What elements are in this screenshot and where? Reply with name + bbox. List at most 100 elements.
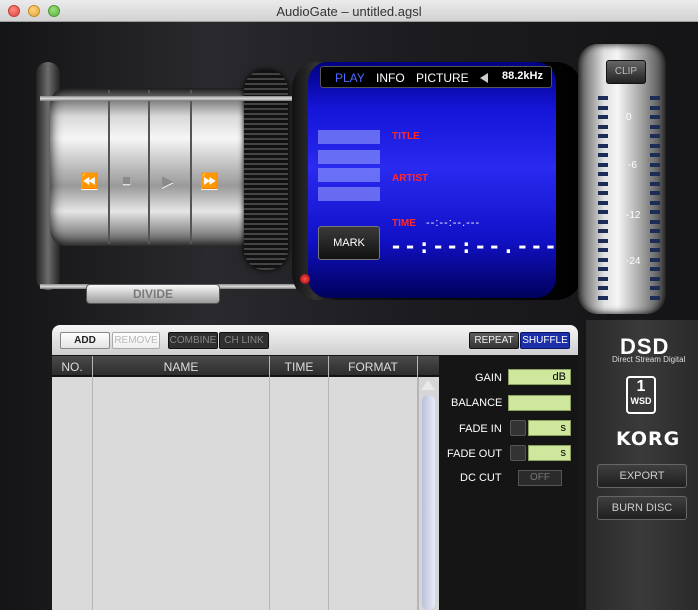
- tab-play[interactable]: PLAY: [335, 71, 365, 85]
- transport-roller: [50, 88, 260, 246]
- fade-out-field[interactable]: s: [528, 445, 571, 461]
- play-icon[interactable]: ▶: [162, 172, 174, 190]
- scroll-up-icon[interactable]: [421, 380, 435, 390]
- dsd-logo-subtitle: Direct Stream Digital: [612, 355, 686, 364]
- meter-segment: [650, 276, 660, 281]
- sample-rate: 88.2kHz: [502, 70, 543, 82]
- export-button[interactable]: EXPORT: [597, 464, 687, 488]
- meter-segment: [598, 191, 608, 195]
- title-field[interactable]: [318, 130, 380, 144]
- meter-segment: [598, 134, 608, 138]
- meter-segment: [598, 276, 608, 281]
- time-label: TIME: [392, 218, 416, 229]
- meter-segment: [598, 257, 608, 262]
- time-readout: --:--:--.---: [390, 234, 559, 258]
- column-header-format[interactable]: FORMAT: [329, 360, 417, 374]
- meter-segment: [650, 200, 660, 205]
- meter-segment: [650, 181, 660, 186]
- meter-segment: [650, 257, 660, 262]
- fade-in-label: FADE IN: [459, 423, 502, 435]
- column-divider: [269, 356, 270, 610]
- dc-cut-toggle[interactable]: OFF: [518, 470, 562, 486]
- shuffle-button[interactable]: SHUFFLE: [520, 332, 570, 349]
- gain-field[interactable]: dB: [508, 369, 571, 385]
- meter-segment: [598, 143, 608, 148]
- combine-button[interactable]: COMBINE: [168, 332, 218, 349]
- rewind-icon[interactable]: ⏪: [80, 172, 99, 190]
- clip-indicator[interactable]: CLIP: [606, 60, 646, 84]
- ch-link-button[interactable]: CH LINK: [219, 332, 269, 349]
- track-table-header: NO. NAME TIME FORMAT: [52, 356, 439, 376]
- track-table-body[interactable]: [52, 377, 418, 610]
- fade-out-label: FADE OUT: [447, 448, 503, 460]
- korg-logo: KORG: [616, 428, 681, 450]
- meter-segment: [598, 172, 608, 176]
- roller-divider: [190, 90, 192, 244]
- meter-scale-label: -24: [626, 256, 641, 267]
- time-readout-small: --:--:--.---: [426, 217, 481, 229]
- fast-forward-icon[interactable]: ⏩: [200, 172, 219, 190]
- meter-segment: [598, 200, 608, 205]
- roller-divider: [148, 90, 150, 244]
- meter-segment: [650, 96, 660, 100]
- meter-segment: [650, 134, 660, 138]
- artist-label: ARTIST: [392, 173, 429, 184]
- speaker-icon[interactable]: [480, 73, 488, 83]
- meter-segment: [650, 105, 660, 110]
- title-bar: AudioGate – untitled.agsl: [0, 0, 698, 22]
- stop-icon[interactable]: ■: [122, 172, 131, 189]
- status-led: [300, 274, 310, 284]
- wsd-logo: 1 WSD: [626, 376, 656, 414]
- meter-segment: [598, 229, 608, 233]
- meter-segment: [598, 210, 608, 214]
- meter-segment: [650, 210, 660, 214]
- meter-segment: [650, 238, 660, 243]
- meter-segment: [598, 286, 608, 290]
- meter-segment: [598, 219, 608, 224]
- window-title: AudioGate – untitled.agsl: [276, 4, 422, 19]
- burn-disc-button[interactable]: BURN DISC: [597, 496, 687, 520]
- meter-segment: [650, 115, 660, 119]
- meter-segment: [650, 295, 660, 300]
- meter-segment: [650, 219, 660, 224]
- title-field[interactable]: [318, 150, 380, 164]
- column-divider: [328, 356, 329, 610]
- tab-picture[interactable]: PICTURE: [416, 71, 469, 85]
- column-header-no[interactable]: NO.: [52, 360, 92, 374]
- tab-info[interactable]: INFO: [376, 71, 405, 85]
- balance-field[interactable]: [508, 395, 571, 411]
- meter-segment: [598, 105, 608, 110]
- divide-button[interactable]: DIVIDE: [86, 284, 220, 304]
- meter-segment: [598, 248, 608, 252]
- fade-in-field[interactable]: s: [528, 420, 571, 436]
- column-header-name[interactable]: NAME: [93, 360, 269, 374]
- meter-scale-label: 0: [626, 112, 632, 123]
- meter-segment: [598, 124, 608, 129]
- meter-segment: [650, 172, 660, 176]
- fade-in-toggle[interactable]: [510, 420, 526, 436]
- artist-field[interactable]: [318, 168, 380, 182]
- meter-segment: [598, 295, 608, 300]
- artist-field[interactable]: [318, 187, 380, 201]
- remove-button[interactable]: REMOVE: [112, 332, 160, 349]
- add-button[interactable]: ADD: [60, 332, 110, 349]
- meter-segment: [598, 238, 608, 243]
- roller-axle: [40, 96, 296, 101]
- meter-segment: [650, 191, 660, 195]
- meter-segment: [650, 267, 660, 271]
- fade-out-toggle[interactable]: [510, 445, 526, 461]
- balance-label: BALANCE: [451, 397, 503, 409]
- meter-segment: [598, 115, 608, 119]
- meter-segment: [598, 153, 608, 157]
- mark-button[interactable]: MARK: [318, 226, 380, 260]
- repeat-button[interactable]: REPEAT: [469, 332, 519, 349]
- meter-segment: [650, 162, 660, 167]
- meter-segment: [598, 96, 608, 100]
- scroll-thumb[interactable]: [422, 395, 435, 610]
- wsd-logo-text: WSD: [630, 396, 652, 406]
- meter-segment: [650, 153, 660, 157]
- meter-scale-label: -12: [626, 210, 641, 221]
- title-label: TITLE: [392, 131, 420, 142]
- meter-segment: [650, 286, 660, 290]
- column-header-time[interactable]: TIME: [270, 360, 328, 374]
